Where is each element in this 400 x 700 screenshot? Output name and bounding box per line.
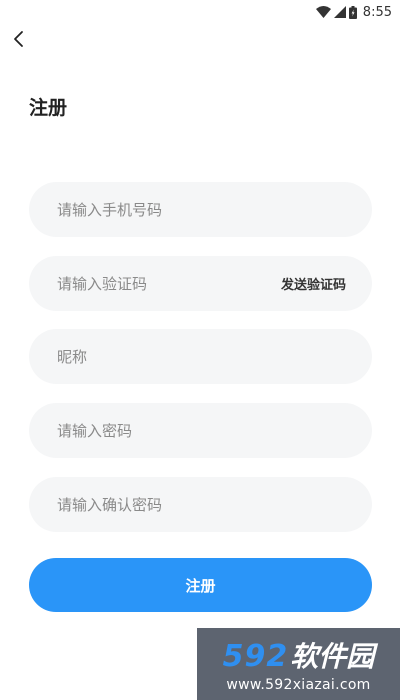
signal-icon — [333, 6, 346, 18]
send-code-button[interactable]: 发送验证码 — [281, 274, 346, 293]
password-input[interactable] — [55, 420, 346, 441]
back-button[interactable] — [8, 26, 30, 52]
wifi-icon — [315, 6, 331, 18]
confirm-password-input[interactable] — [55, 494, 346, 515]
verification-code-field[interactable]: 发送验证码 — [29, 256, 372, 311]
watermark-logo-number: 592 — [222, 639, 289, 674]
nickname-field[interactable] — [29, 329, 372, 384]
watermark: 592 软件园 www.592xiazai.com — [197, 628, 400, 700]
watermark-logo: 592 软件园 — [223, 635, 375, 675]
confirm-password-field[interactable] — [29, 477, 372, 532]
nickname-input[interactable] — [55, 346, 346, 367]
chevron-left-icon — [14, 31, 23, 47]
status-icons — [315, 5, 357, 19]
status-time: 8:55 — [362, 4, 392, 20]
password-field[interactable] — [29, 403, 372, 458]
watermark-url: www.592xiazai.com — [226, 677, 371, 693]
page-title: 注册 — [29, 97, 68, 119]
verification-code-input[interactable] — [55, 273, 281, 294]
status-bar: 8:55 — [0, 0, 400, 24]
register-button[interactable]: 注册 — [29, 558, 372, 612]
phone-input[interactable] — [55, 199, 346, 220]
watermark-logo-text: 软件园 — [290, 640, 375, 673]
phone-field[interactable] — [29, 182, 372, 237]
battery-icon — [348, 5, 357, 19]
